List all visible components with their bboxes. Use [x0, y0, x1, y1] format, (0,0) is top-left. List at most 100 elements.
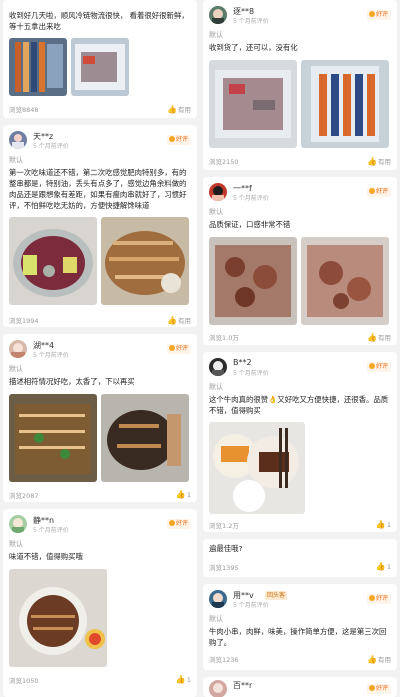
review-card[interactable]: 一**f 5 个月前评价 好评 默认 品质保证，口感非常不错 浏览1.0万 👍有… — [203, 177, 397, 345]
review-card[interactable]: 逐**8 5 个月前评价 好评 默认 收到货了，还可以，没有化 浏览2150 👍… — [203, 0, 397, 170]
user-header: 逐**8 5 个月前评价 好评 — [209, 6, 393, 26]
review-photo[interactable] — [209, 422, 305, 514]
badge-label: 好评 — [175, 520, 188, 527]
good-review-badge: 好评 — [366, 362, 391, 372]
thumb-up-icon: 👍 — [367, 333, 377, 342]
good-review-badge: 好评 — [366, 187, 391, 197]
like-button[interactable]: 👍1 — [176, 490, 191, 499]
like-button[interactable]: 👍1 — [376, 562, 391, 571]
review-photo[interactable] — [209, 60, 297, 148]
avatar[interactable] — [209, 590, 227, 608]
useful-button[interactable]: 👍有用 — [367, 156, 391, 166]
review-photo[interactable] — [301, 60, 389, 148]
like-button[interactable]: 👍1 — [176, 675, 191, 684]
review-photo[interactable] — [101, 217, 189, 305]
review-text: 收到货了，还可以，没有化 — [209, 43, 298, 52]
view-count: 浏览1.0万 — [209, 334, 239, 342]
badge-label: 好评 — [375, 188, 388, 195]
good-review-badge: 好评 — [166, 344, 191, 354]
review-card[interactable]: B**2 5 个月前评价 好评 默认 这个牛肉真的很赞👌又好吃又方便快捷，还很香… — [203, 352, 397, 532]
good-review-icon — [368, 595, 375, 601]
review-time: 5 个月前评价 — [33, 143, 69, 150]
view-count: 浏览8848 — [9, 106, 39, 114]
user-header: 百**r 好评 — [209, 680, 393, 697]
review-text: 牛肉小串，肉鲜，味美，操作简单方便，这是第三次回购了。 — [209, 627, 387, 647]
review-card[interactable]: 静**n 5 个月前评价 好评 默认 味道不错，值得购买哦 浏览1050 👍1 — [3, 509, 197, 697]
useful-button[interactable]: 👍有用 — [367, 332, 391, 342]
user-header: B**2 5 个月前评价 好评 — [209, 358, 393, 378]
good-review-badge: 好评 — [166, 135, 191, 145]
review-text: 味道不错，值得购买哦 — [9, 552, 83, 561]
good-review-icon — [168, 136, 175, 142]
sku-tag: 默认 — [209, 615, 223, 623]
sku-tag: 默认 — [209, 383, 223, 391]
view-count: 浏览2150 — [209, 158, 239, 166]
view-count: 浏览1994 — [9, 317, 39, 325]
sku-tag: 默认 — [209, 31, 223, 39]
avatar[interactable] — [9, 340, 27, 358]
good-review-icon — [368, 188, 375, 194]
review-photo[interactable] — [9, 394, 97, 482]
review-photo[interactable] — [9, 569, 107, 667]
useful-label: 有用 — [178, 317, 191, 325]
like-count: 1 — [186, 676, 191, 684]
review-time: 5 个月前评价 — [33, 352, 69, 359]
like-count: 1 — [386, 563, 391, 571]
avatar[interactable] — [209, 6, 227, 24]
review-time: 5 个月前评价 — [233, 602, 269, 609]
review-card[interactable]: 遍最佳哦? 浏览1395 👍1 — [203, 539, 397, 577]
review-time: 5 个月前评价 — [233, 370, 269, 377]
review-text: 第一次吃味道还不错，第二次吃感觉肥肉特别多，有的整串都是，特别油，丢头有点多了，… — [9, 168, 187, 210]
review-time: 5 个月前评价 — [233, 18, 269, 25]
review-card[interactable]: 用**v 回头客 5 个月前评价 好评 默认 牛肉小串，肉鲜，味美，操作简单方便… — [203, 584, 397, 670]
useful-button[interactable]: 👍有用 — [367, 654, 391, 664]
user-header: 用**v 回头客 5 个月前评价 好评 — [209, 590, 393, 610]
review-photo[interactable] — [71, 38, 129, 96]
good-review-badge: 好评 — [366, 10, 391, 20]
review-time: 5 个月前评价 — [33, 527, 69, 534]
user-name: B**2 — [233, 358, 252, 367]
avatar[interactable] — [9, 515, 27, 533]
useful-button[interactable]: 👍有用 — [167, 104, 191, 114]
view-count: 浏览1050 — [9, 677, 39, 685]
review-text: 描述相符情况好吃，太香了，下以再买 — [9, 377, 135, 386]
review-photo[interactable] — [101, 394, 189, 482]
badge-label: 好评 — [375, 11, 388, 18]
review-card[interactable]: 天**z 5 个月前评价 好评 默认 第一次吃味道还不错，第二次吃感觉肥肉特别多… — [3, 125, 197, 327]
review-photo[interactable] — [9, 217, 97, 305]
view-count: 浏览1236 — [209, 656, 239, 664]
user-header: 天**z 5 个月前评价 好评 — [9, 131, 193, 151]
badge-label: 好评 — [375, 363, 388, 370]
review-card[interactable]: 湖**4 5 个月前评价 好评 默认 描述相符情况好吃，太香了，下以再买 浏览2… — [3, 334, 197, 502]
useful-label: 有用 — [378, 656, 391, 664]
thumb-up-icon: 👍 — [175, 675, 186, 684]
avatar[interactable] — [209, 358, 227, 376]
good-review-badge: 好评 — [366, 684, 391, 694]
review-card[interactable]: 收到好几天啦，顺风冷链物流很快， 看着很好很新鲜，等十五拿出来吃 浏览8848 … — [3, 0, 197, 118]
user-header: 一**f 5 个月前评价 好评 — [209, 183, 393, 203]
sku-tag: 默认 — [9, 540, 23, 548]
useful-label: 有用 — [178, 106, 191, 114]
thumb-up-icon: 👍 — [175, 490, 186, 499]
good-review-icon — [168, 345, 175, 351]
review-photo[interactable] — [9, 38, 67, 96]
avatar[interactable] — [9, 131, 27, 149]
view-count: 浏览2087 — [9, 492, 39, 500]
review-photo[interactable] — [301, 237, 389, 325]
repeat-customer-badge: 回头客 — [265, 591, 288, 600]
thumb-up-icon: 👍 — [367, 157, 377, 166]
review-photo[interactable] — [209, 237, 297, 325]
thumb-up-icon: 👍 — [367, 655, 377, 664]
useful-button[interactable]: 👍有用 — [167, 315, 191, 325]
thumb-up-icon: 👍 — [167, 316, 177, 325]
review-feed: 收到好几天啦，顺风冷链物流很快， 看着很好很新鲜，等十五拿出来吃 浏览8848 … — [0, 0, 400, 697]
useful-label: 有用 — [378, 334, 391, 342]
avatar[interactable] — [209, 680, 227, 697]
view-count: 浏览1395 — [209, 564, 239, 572]
review-card[interactable]: 百**r 好评 — [203, 677, 397, 697]
good-review-badge: 好评 — [166, 519, 191, 529]
user-header: 静**n 5 个月前评价 好评 — [9, 515, 193, 535]
avatar[interactable] — [209, 183, 227, 201]
good-review-icon — [368, 363, 375, 369]
like-button[interactable]: 👍1 — [376, 520, 391, 529]
